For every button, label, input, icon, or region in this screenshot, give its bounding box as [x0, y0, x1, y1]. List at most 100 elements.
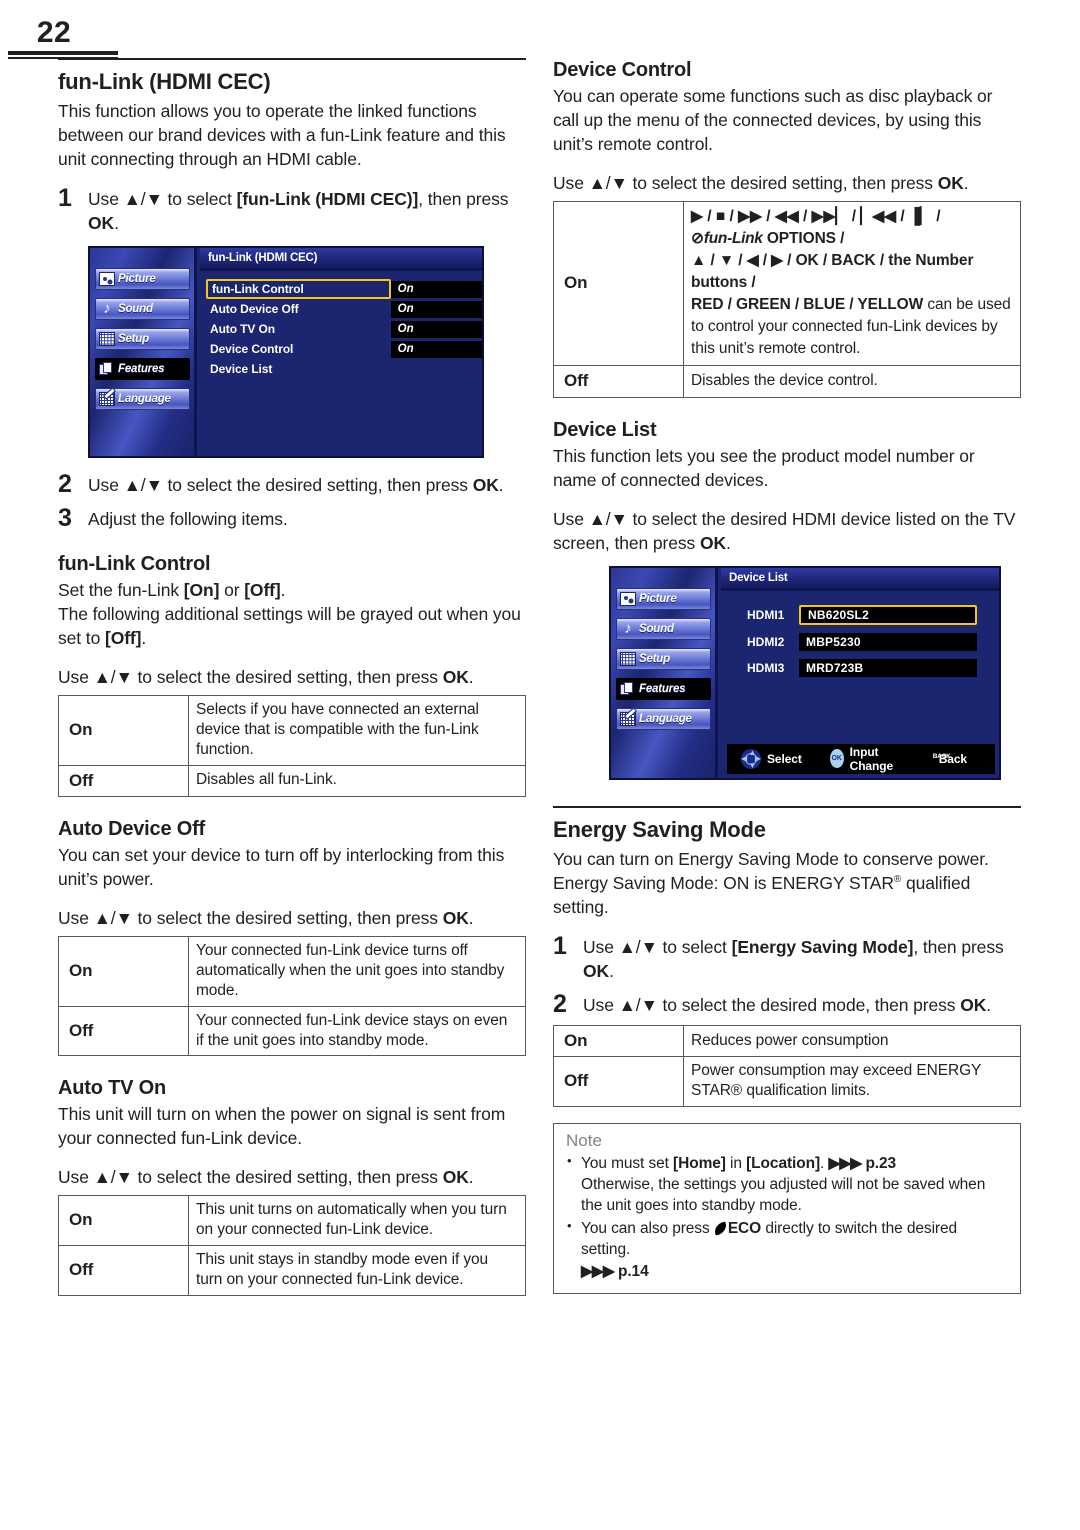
table-desc-off: Power consumption may exceed ENERGY STAR…	[683, 1056, 1021, 1108]
osd-row-auto-tv-on[interactable]: Auto TV On On	[206, 319, 482, 339]
table-desc-off: Your connected fun-Link device stays on …	[188, 1005, 526, 1057]
osd-title-bar: Device List	[721, 567, 999, 591]
device-control-use-line: Use ▲/▼ to select the desired setting, t…	[553, 172, 1021, 196]
sidebar-item-features[interactable]: Features	[616, 677, 711, 700]
funlink-control-line1: Set the fun-Link [On] or [Off].	[58, 579, 526, 603]
device-row-key: HDMI1	[747, 607, 785, 622]
left-column: fun-Link (HDMI CEC) This function allows…	[58, 58, 526, 1296]
device-row-value[interactable]: MRD723B	[799, 658, 977, 677]
device-row-value[interactable]: NB620SL2	[799, 604, 977, 625]
note2-a: You can also press	[581, 1220, 714, 1238]
section-title-energy-saving: Energy Saving Mode	[553, 816, 766, 842]
osd-row-value[interactable]: On	[390, 340, 482, 358]
note-item-1: You must set [Home] in [Location]. ▶▶▶ p…	[566, 1152, 1010, 1216]
funlink-control-use-line: Use ▲/▼ to select the desired setting, t…	[58, 666, 526, 690]
osd-body: HDMI1 NB620SL2 HDMI2 MBP5230 HDMI3 MRD72…	[721, 591, 999, 677]
sidebar-item-picture[interactable]: Picture	[616, 587, 711, 610]
es1-menu-path: [Energy Saving Mode]	[731, 936, 914, 957]
fc-l1c: or	[219, 580, 245, 601]
sidebar-item-setup[interactable]: Setup	[95, 328, 190, 351]
osd-screenshot-device-list: Picture ♪ Sound Setup Features Language	[609, 565, 1001, 780]
table-auto-device-off: On Your connected fun-Link device turns …	[58, 936, 526, 1057]
subsection-title-auto-device-off: Auto Device Off	[58, 818, 206, 841]
osd-row-funlink-control[interactable]: fun-Link Control On	[206, 279, 482, 300]
sidebar-item-setup[interactable]: Setup	[616, 647, 711, 670]
sidebar-item-picture-label: Picture	[639, 592, 677, 605]
device-row-hdmi3[interactable]: HDMI3 MRD723B	[727, 658, 999, 677]
right-column: Device Control You can operate some func…	[553, 58, 1021, 1294]
sidebar-item-features[interactable]: Features	[95, 358, 190, 381]
footer-back[interactable]: BACK Back	[933, 752, 967, 766]
section-rule-funlink	[58, 58, 526, 60]
funlink-intro: This function allows you to operate the …	[58, 101, 506, 170]
note1-page-ref[interactable]: p.23	[865, 1155, 896, 1172]
options-label: OPTIONS /	[766, 229, 845, 247]
sidebar-item-sound[interactable]: ♪ Sound	[616, 617, 711, 640]
osd-row-device-list[interactable]: Device List	[206, 359, 482, 379]
table-key-on: On	[58, 1195, 189, 1246]
table-row: Off This unit stays in standby mode even…	[58, 1244, 526, 1296]
funlink-logo-text: fun-Link	[703, 229, 763, 247]
osd-row-value[interactable]: On	[390, 300, 482, 318]
osd-row-value[interactable]: On	[390, 320, 482, 338]
ado-use-c: .	[468, 908, 474, 929]
ado-use-ok: OK	[442, 908, 469, 929]
table-row: Off Disables the device control.	[553, 364, 1021, 398]
note1-home-token: [Home]	[673, 1155, 726, 1173]
note-title: Note	[566, 1131, 602, 1151]
color-keys: RED / GREEN / BLUE / YELLOW	[691, 295, 924, 313]
note1-a: You must set	[581, 1155, 674, 1173]
device-row-hdmi1[interactable]: HDMI1 NB620SL2	[727, 604, 999, 625]
footer-input-change[interactable]: OK Input Change	[829, 745, 905, 773]
step-1-text-a: Use ▲/▼ to select	[88, 189, 237, 210]
footer-select[interactable]: ▲ ▼ ◀ ▶ Select	[741, 747, 802, 770]
energy-step-2-number: 2	[553, 989, 567, 1018]
auto-tv-on-use-line: Use ▲/▼ to select the desired setting, t…	[58, 1166, 526, 1190]
step-1-text: Use ▲/▼ to select [fun-Link (HDMI CEC)],…	[88, 188, 526, 236]
back-cap-label: BACK	[932, 753, 951, 760]
fc-use-a: Use ▲/▼ to select the desired setting, t…	[58, 667, 443, 688]
device-row-value[interactable]: MBP5230	[799, 632, 977, 651]
sidebar-item-sound-label: Sound	[639, 622, 674, 635]
osd-value-text: On	[397, 283, 414, 296]
fc-l1e: .	[280, 580, 286, 601]
dl-use-c: .	[726, 532, 731, 553]
osd-main-panel: Device List HDMI1 NB620SL2 HDMI2 MBP5230…	[721, 567, 999, 778]
osd-row-value[interactable]: On	[390, 280, 482, 298]
fc-l1a: Set the fun-Link	[58, 580, 184, 601]
table-row: Off Your connected fun-Link device stays…	[58, 1005, 526, 1057]
device-row-key: HDMI2	[747, 634, 785, 649]
sidebar-item-sound-label: Sound	[118, 303, 153, 316]
dc-use-ok: OK	[937, 172, 964, 193]
language-icon	[620, 711, 636, 726]
note-box: Note You must set [Home] in [Location]. …	[553, 1123, 1021, 1294]
remote-keys: ▲ / ▼ / ◀ / ▶ / OK / BACK / the Number b…	[691, 251, 974, 291]
ok-button-icon: OK	[829, 749, 844, 768]
step-3: 3 Adjust the following items.	[58, 505, 526, 532]
features-icon	[620, 681, 636, 696]
eco-leaf-icon	[712, 1221, 729, 1236]
dc-logo-line: ⊘fun-Link OPTIONS /	[691, 228, 1013, 250]
table-desc-on: Reduces power consumption	[683, 1024, 1021, 1058]
energy-step-1-number: 1	[553, 931, 567, 960]
table-row: On Reduces power consumption	[553, 1024, 1021, 1058]
note2-page-ref[interactable]: p.14	[618, 1263, 649, 1280]
osd-row-label: Auto TV On	[210, 322, 275, 337]
dpad-icon: ▲ ▼ ◀ ▶	[741, 747, 761, 770]
table-row: Off Power consumption may exceed ENERGY …	[553, 1056, 1021, 1108]
sidebar-item-sound[interactable]: ♪ Sound	[95, 298, 190, 321]
osd-row-label: fun-Link Control	[206, 279, 391, 300]
playback-glyphs: ▶ / ■ / ▶▶ / ◀◀ / ▶▶▏ / ▏◀◀ / ▐▏ /	[691, 207, 941, 225]
sidebar-item-language[interactable]: Language	[616, 707, 711, 730]
sidebar-item-picture-label: Picture	[118, 273, 156, 286]
osd-row-auto-device-off[interactable]: Auto Device Off On	[206, 299, 482, 319]
osd-row-device-control[interactable]: Device Control On	[206, 339, 482, 359]
device-row-hdmi2[interactable]: HDMI2 MBP5230	[727, 632, 999, 651]
table-key-off: Off	[553, 364, 684, 398]
footer-select-label: Select	[767, 751, 802, 766]
sidebar-item-picture[interactable]: Picture	[95, 268, 190, 291]
ato-use-ok: OK	[442, 1167, 469, 1188]
table-key-on: On	[58, 695, 189, 766]
step-2-ok: OK	[472, 475, 499, 496]
sidebar-item-language[interactable]: Language	[95, 388, 190, 411]
